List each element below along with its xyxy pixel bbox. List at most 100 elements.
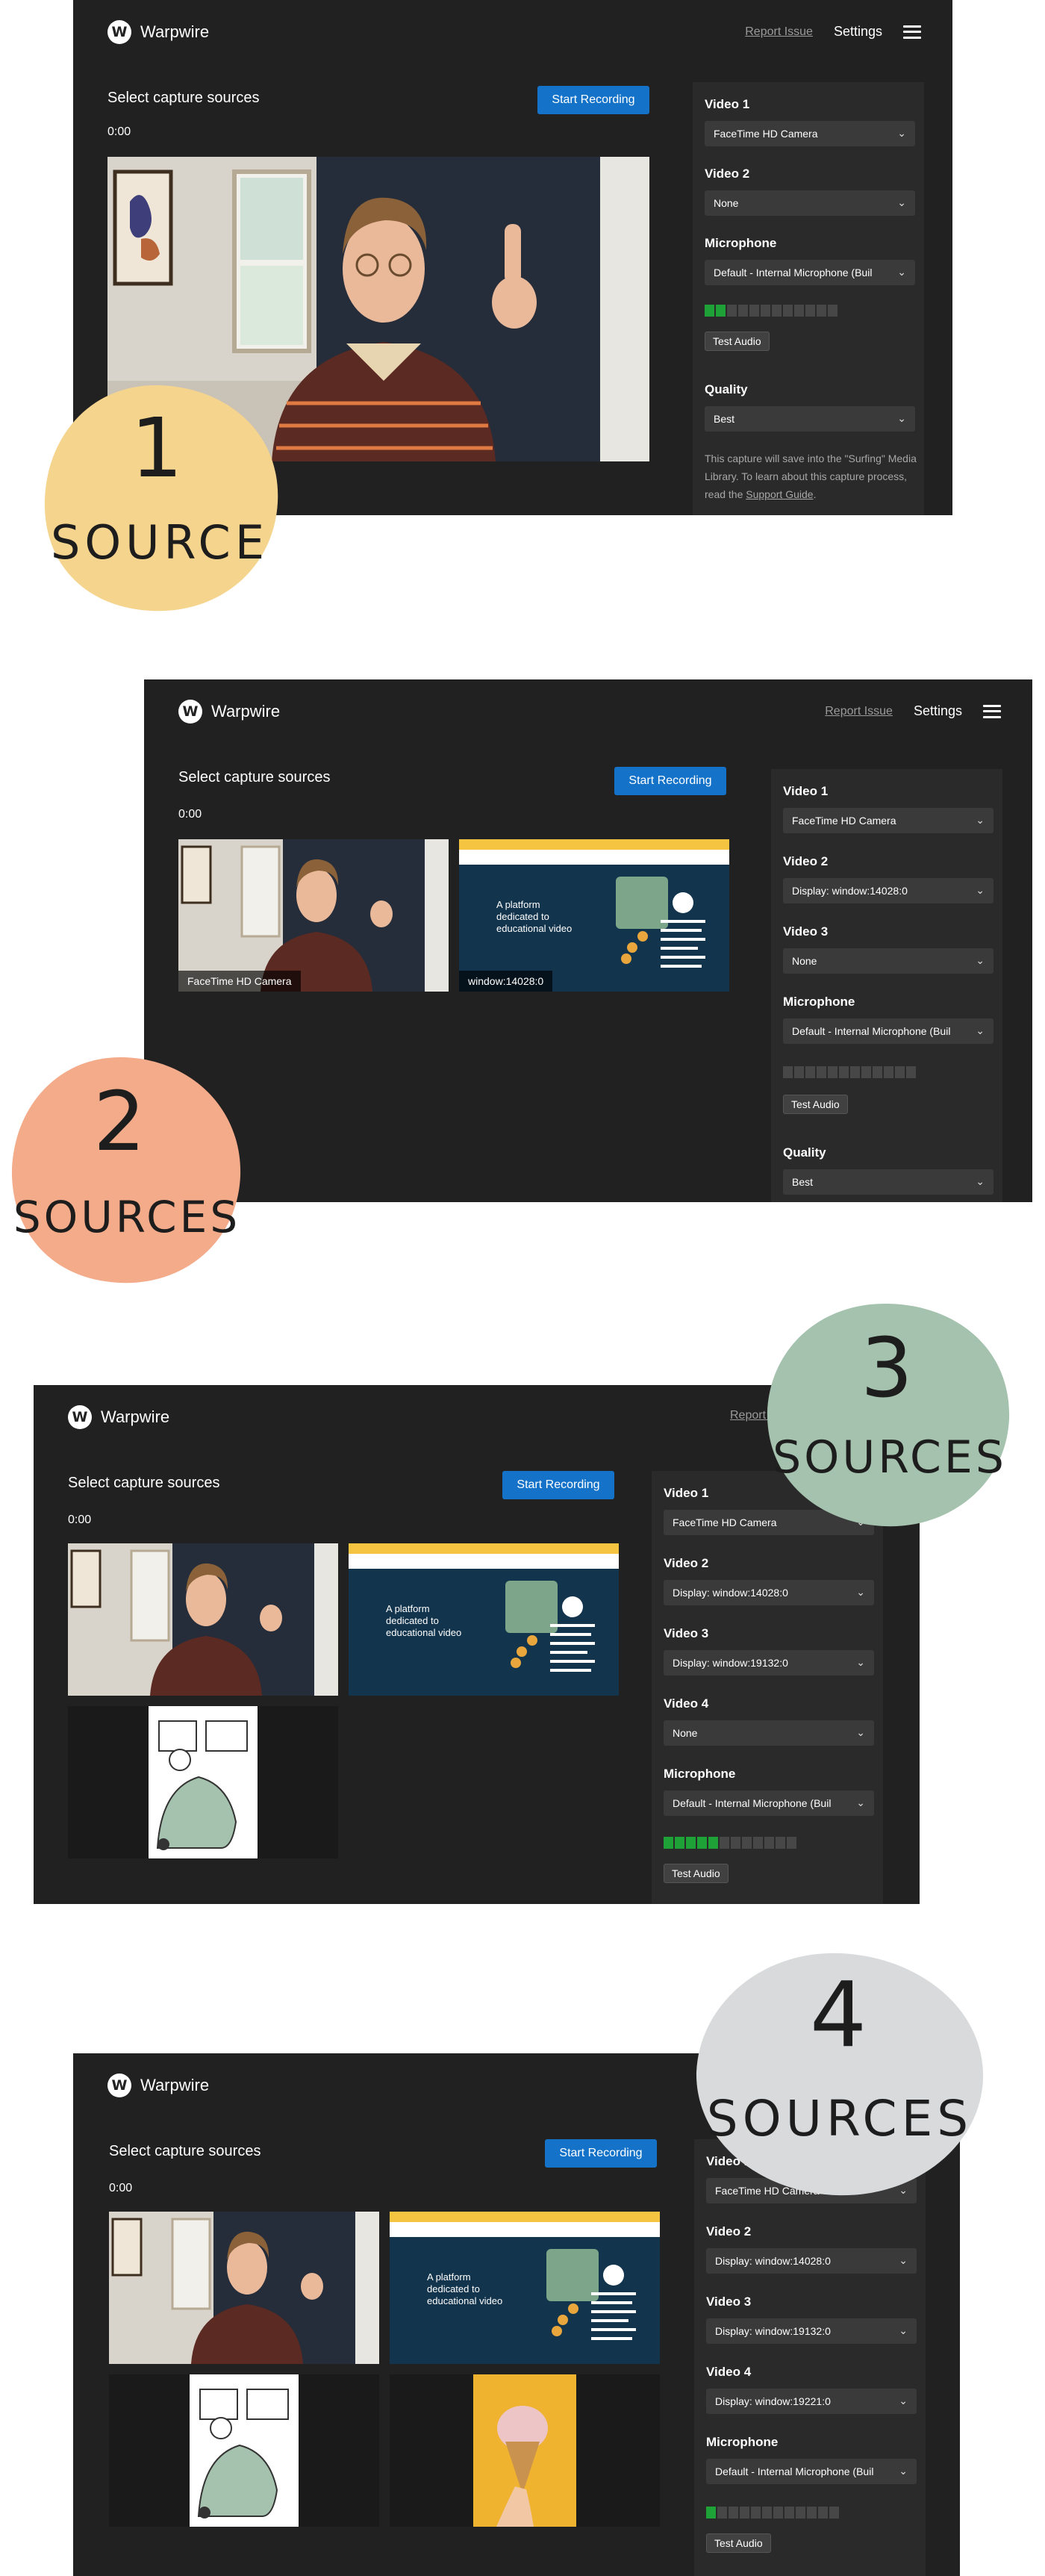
sketch-preview-tile [109, 2374, 379, 2527]
video1-select[interactable]: FaceTime HD Camera ⌄ [705, 121, 915, 146]
test-audio-button[interactable]: Test Audio [705, 332, 770, 351]
video3-select[interactable]: Display: window:19132:0 ⌄ [664, 1650, 874, 1676]
meter-segment [727, 305, 737, 317]
badge-4-blob: 4 SOURCES [696, 1953, 984, 2196]
video2-value: None [714, 197, 739, 209]
video3-select[interactable]: None ⌄ [783, 948, 993, 974]
meter-segment [686, 1837, 696, 1849]
header-actions: Report Issue Settings [825, 703, 1001, 719]
warpwire-logo[interactable]: W Warpwire [68, 1405, 169, 1429]
badge-2-number: 2 [93, 1074, 146, 1169]
meter-segment [884, 1066, 893, 1078]
start-recording-button[interactable]: Start Recording [502, 1471, 614, 1499]
video2-select[interactable]: Display: window:14028:0 ⌄ [706, 2248, 917, 2274]
badge-3-word: SOURCES [773, 1431, 1007, 1484]
page-title: Select capture sources [107, 90, 260, 106]
meter-segment [761, 305, 770, 317]
badge-1-word: SOURCE [51, 515, 269, 570]
video1-label: Video 1 [664, 1486, 709, 1500]
meter-segment [772, 305, 782, 317]
meter-segment [664, 1837, 673, 1849]
settings-link[interactable]: Settings [914, 703, 962, 719]
quality-select[interactable]: Best ⌄ [783, 1169, 993, 1195]
meter-segment [762, 2507, 772, 2519]
hamburger-menu-icon[interactable] [903, 25, 921, 39]
warpwire-logo[interactable]: W Warpwire [178, 700, 280, 724]
video4-value: None [673, 1727, 698, 1739]
video2-value: Display: window:14028:0 [715, 2255, 831, 2267]
meter-segment [895, 1066, 905, 1078]
chevron-down-icon: ⌄ [856, 1726, 865, 1738]
warpwire-logo[interactable]: W Warpwire [107, 2073, 209, 2097]
quality-value: Best [792, 1176, 814, 1188]
meter-segment [817, 305, 826, 317]
microphone-value: Default - Internal Microphone (Built-in) [714, 267, 872, 279]
chevron-down-icon: ⌄ [897, 196, 906, 208]
video2-value: Display: window:14028:0 [792, 885, 908, 897]
video1-label: Video 1 [705, 97, 750, 111]
test-audio-button[interactable]: Test Audio [664, 1864, 729, 1883]
video2-label: Video 2 [705, 167, 750, 181]
report-issue-link[interactable]: Report Issue [745, 25, 813, 39]
page-title: Select capture sources [109, 2143, 261, 2159]
sketch-window-image [109, 2374, 379, 2527]
microphone-select[interactable]: Default - Internal Microphone (Built-in)… [706, 2459, 917, 2484]
settings-link[interactable]: Settings [834, 24, 882, 40]
video1-value: FaceTime HD Camera [714, 128, 818, 140]
video2-select[interactable]: Display: window:14028:0 ⌄ [664, 1580, 874, 1605]
library-note-end: . [813, 488, 817, 500]
video2-select[interactable]: Display: window:14028:0 ⌄ [783, 878, 993, 903]
microphone-select[interactable]: Default - Internal Microphone (Built-in)… [664, 1791, 874, 1816]
microphone-select[interactable]: Default - Internal Microphone (Built-in)… [783, 1018, 993, 1044]
start-recording-button[interactable]: Start Recording [537, 86, 649, 114]
quality-select[interactable]: Best ⌄ [705, 406, 915, 432]
quality-label: Quality [705, 382, 748, 396]
start-recording-button[interactable]: Start Recording [545, 2139, 657, 2168]
window-preview-tile: A platform dedicated to educational vide… [390, 2212, 660, 2364]
video1-label: Video 1 [783, 784, 829, 798]
support-guide-link[interactable]: Support Guide [746, 488, 813, 500]
video4-label: Video 4 [706, 2365, 752, 2379]
meter-segment [828, 305, 837, 317]
start-recording-button[interactable]: Start Recording [614, 767, 726, 795]
badge-4-number: 4 [810, 1964, 867, 2068]
app-header: W Warpwire Report Issue Settings [73, 0, 952, 67]
meter-segment [817, 1066, 826, 1078]
chevron-down-icon: ⌄ [976, 1024, 985, 1036]
chevron-down-icon: ⌄ [976, 954, 985, 966]
video4-select[interactable]: Display: window:19221:0 ⌄ [706, 2389, 917, 2414]
video3-select[interactable]: Display: window:19132:0 ⌄ [706, 2318, 917, 2344]
video3-value: Display: window:19132:0 [715, 2325, 831, 2337]
chevron-down-icon: ⌄ [897, 412, 906, 424]
meter-segment [749, 305, 759, 317]
icecream-photo-image [390, 2374, 660, 2527]
microphone-select[interactable]: Default - Internal Microphone (Built-in)… [705, 260, 915, 285]
chevron-down-icon: ⌄ [856, 1796, 865, 1808]
hamburger-menu-icon[interactable] [983, 704, 1001, 718]
badge-4-sources: 4 SOURCES [690, 1949, 989, 2203]
warpwire-logo-icon: W [178, 700, 202, 724]
icecream-preview-tile [390, 2374, 660, 2527]
badge-4-word: SOURCES [707, 2090, 973, 2147]
badge-1-blob: 1 SOURCE [44, 385, 278, 612]
meter-segment [906, 1066, 916, 1078]
microphone-value: Default - Internal Microphone (Built-in) [673, 1797, 831, 1809]
meter-segment [773, 2507, 783, 2519]
camera-scene-image [178, 839, 449, 992]
video3-label: Video 3 [783, 924, 829, 939]
badge-2-blob: 2 SOURCES [11, 1057, 241, 1284]
video2-select[interactable]: None ⌄ [705, 190, 915, 216]
badge-3-number: 3 [861, 1320, 913, 1416]
video2-label: Video 2 [783, 854, 829, 868]
test-audio-button[interactable]: Test Audio [706, 2533, 771, 2553]
warpwire-logo[interactable]: W Warpwire [107, 20, 209, 44]
microphone-label: Microphone [783, 995, 855, 1009]
meter-segment [742, 1837, 752, 1849]
camera-scene-image [68, 1543, 338, 1696]
video1-value: FaceTime HD Camera [792, 815, 896, 827]
meter-segment [740, 2507, 749, 2519]
report-issue-link[interactable]: Report Issue [825, 705, 893, 718]
video4-select[interactable]: None ⌄ [664, 1720, 874, 1746]
video1-select[interactable]: FaceTime HD Camera ⌄ [783, 808, 993, 833]
test-audio-button[interactable]: Test Audio [783, 1095, 848, 1114]
